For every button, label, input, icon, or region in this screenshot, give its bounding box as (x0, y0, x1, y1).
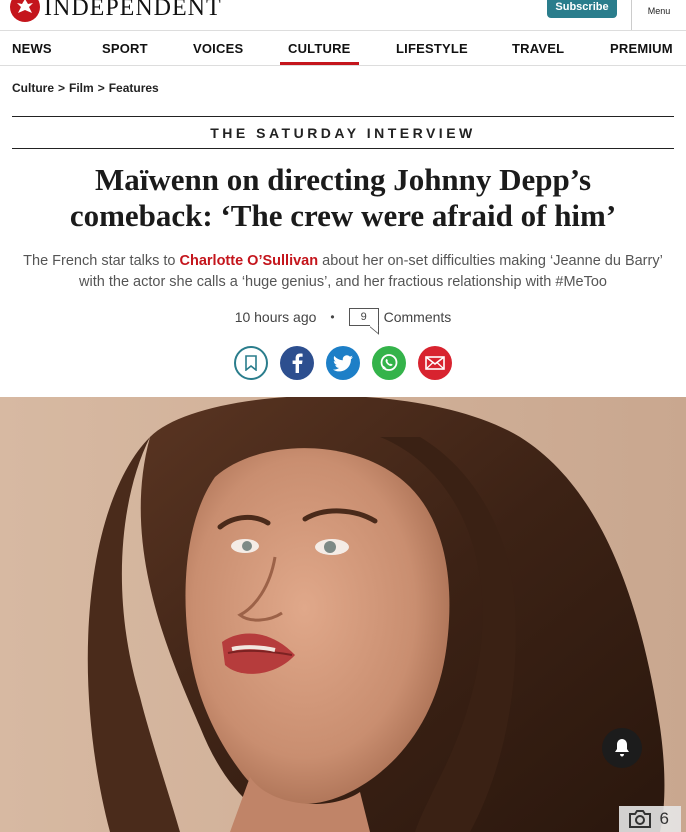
headline-line-1: Maïwenn on directing Johnny Depp’s (94, 162, 592, 197)
author-link[interactable]: Charlotte O’Sullivan (180, 253, 319, 269)
section-nav: NEWS SPORT VOICES CULTURE LIFESTYLE TRAV… (0, 30, 686, 66)
nav-item-premium[interactable]: PREMIUM (610, 31, 673, 65)
email-icon (425, 356, 445, 370)
gallery-count-button[interactable]: 6 (619, 806, 681, 832)
article-meta: 10 hours ago • 9 Comments (0, 308, 686, 326)
nav-item-sport[interactable]: SPORT (102, 31, 148, 65)
article-kicker[interactable]: THE SATURDAY INTERVIEW (210, 125, 476, 141)
email-share-button[interactable] (418, 346, 452, 380)
whatsapp-share-button[interactable] (372, 346, 406, 380)
bookmark-icon (245, 355, 257, 371)
notification-button[interactable] (602, 728, 642, 768)
breadcrumb-features[interactable]: Features (109, 81, 159, 95)
bookmark-button[interactable] (234, 346, 268, 380)
kicker-bar: THE SATURDAY INTERVIEW (12, 116, 674, 149)
bell-icon (615, 739, 629, 757)
site-logo[interactable]: INDEPENDENT (10, 0, 222, 22)
breadcrumb-separator: > (58, 81, 66, 95)
breadcrumb-separator: > (97, 81, 105, 95)
breadcrumb-culture[interactable]: Culture (12, 81, 54, 95)
twitter-icon (333, 354, 353, 371)
facebook-icon (292, 353, 303, 373)
article-headline: Maïwenn on directing Johnny Depp’s comeb… (20, 162, 666, 234)
breadcrumb-film[interactable]: Film (69, 81, 94, 95)
publish-time: 10 hours ago (234, 309, 317, 325)
comments-link[interactable]: Comments (384, 309, 452, 325)
menu-button[interactable]: Menu (631, 0, 686, 30)
photo-count: 6 (659, 809, 669, 828)
facebook-share-button[interactable] (280, 346, 314, 380)
twitter-share-button[interactable] (326, 346, 360, 380)
portrait-illustration (87, 397, 665, 832)
meta-separator-dot: • (330, 310, 335, 324)
hero-image[interactable] (0, 397, 686, 832)
nav-item-news[interactable]: NEWS (12, 31, 52, 65)
eagle-logo-icon (10, 0, 40, 22)
breadcrumb: Culture > Film > Features (12, 81, 159, 95)
headline-line-2: comeback: ‘The crew were afraid of him’ (69, 198, 617, 233)
article-standfirst: The French star talks to Charlotte O’Sul… (14, 251, 672, 293)
menu-label: Menu (647, 6, 671, 16)
top-bar: INDEPENDENT Subscribe Menu (0, 0, 686, 30)
nav-item-voices[interactable]: VOICES (193, 31, 243, 65)
subscribe-button[interactable]: Subscribe (547, 0, 617, 18)
hamburger-icon (651, 0, 667, 4)
camera-icon (628, 810, 651, 828)
nav-item-culture[interactable]: CULTURE (280, 31, 359, 65)
standfirst-lead: The French star talks to (23, 253, 180, 269)
share-bar (0, 346, 686, 380)
nav-item-lifestyle[interactable]: LIFESTYLE (396, 31, 468, 65)
nav-item-travel[interactable]: TRAVEL (512, 31, 564, 65)
comment-count-icon[interactable]: 9 (348, 308, 379, 326)
logo-text: INDEPENDENT (44, 0, 222, 21)
whatsapp-icon (380, 354, 398, 371)
